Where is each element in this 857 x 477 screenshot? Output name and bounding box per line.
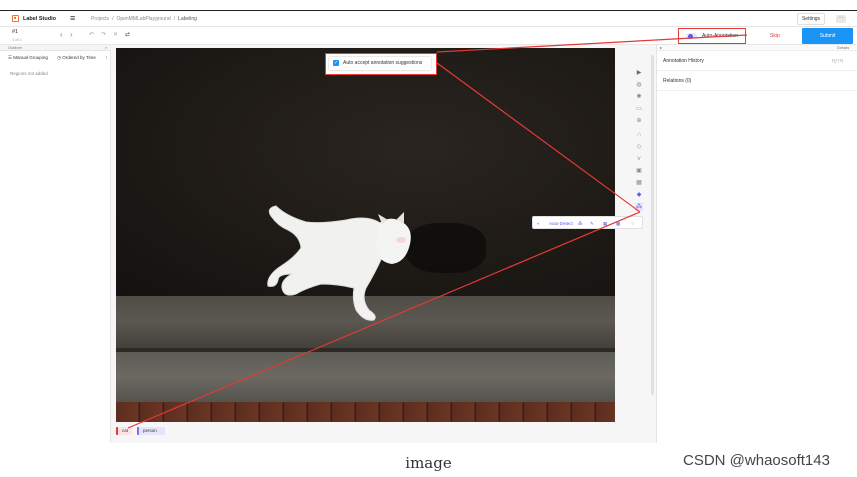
outliner-tools: ☰ Manual Grouping ◷ Ordered by Time ↑ [8,55,111,61]
canvas-scrollbar[interactable] [651,55,654,395]
cat-figure [267,205,411,321]
annotation-history-title: Annotation History [663,58,704,64]
redo-icon[interactable]: ↷ [101,32,106,38]
breadcrumb-projects[interactable]: Projects [91,16,109,22]
eraser-tool-icon[interactable]: ◇ [635,143,643,151]
next-task-icon[interactable]: › [70,31,73,39]
breadcrumb-separator: / [112,16,114,22]
keypoint-tool-icon[interactable]: ∴ [635,131,643,139]
breadcrumb-project[interactable]: OpenMMLabPlayground [116,16,170,22]
details-tab[interactable]: Details [837,45,849,50]
brush-tool-icon[interactable]: ◆ [635,191,643,199]
auto-accept-label: Auto accept annotation suggestions [343,60,423,66]
reset-icon[interactable]: ✕ [113,32,118,38]
collapse-arrow-icon[interactable]: « [537,219,540,228]
sort-direction-icon[interactable]: ↑ [105,55,107,60]
regions-empty-message: Regions not added [10,71,48,76]
auto-detect-popover: « Auto-Detect ⁂ ✎ ▦ ▩ ⁘ [532,216,643,229]
menu-icon[interactable]: ≡ [70,14,75,23]
outliner-header: Outliner × [0,45,111,51]
collapse-icon[interactable]: × [105,45,107,50]
zoom-fit-icon[interactable]: ▭ [635,105,643,113]
watermark: CSDN @whaosoft143 [683,452,830,469]
task-image[interactable] [116,48,615,422]
breadcrumb-current: Labeling [178,16,197,22]
smart-rect-icon[interactable]: ▦ [603,219,607,228]
labeling-canvas: cat person ▶ ◍ ✺ ▭ ⊕ ∴ ◇ ⋎ ▣ ▦ ◆ ⁂ « Aut… [111,45,656,443]
annotation-history-shortcut: ƦƒƒƦ [832,58,844,63]
settings-button[interactable]: Settings [797,13,825,25]
submit-button[interactable]: Submit [802,28,853,44]
toggle-switch-icon[interactable] [686,33,697,39]
label-studio-window: Label Studio ≡ Projects / OpenMMLabPlaygro… [0,10,857,443]
smart-brush-icon[interactable]: ✎ [590,219,594,228]
undo-icon[interactable]: ↶ [89,32,94,38]
top-bar: Label Studio ≡ Projects / OpenMMLabPlaygro… [0,11,857,27]
smart-polygon-icon[interactable]: ▩ [616,219,620,228]
skip-button[interactable]: Skip [770,33,780,39]
outliner-panel: Outliner × ☰ Manual Grouping ◷ Ordered b… [0,45,111,443]
more-options-button[interactable]: ··· [836,15,846,23]
pointer-tool-icon[interactable]: ▶ [635,69,643,77]
breadcrumb-separator: / [173,16,176,22]
expand-arrow-icon[interactable]: ▸ [660,45,662,50]
auto-accept-suggestions: ✓ Auto accept annotation suggestions [325,53,437,75]
relations-row[interactable]: Relations (0) [657,71,857,91]
label-studio-logo-icon[interactable] [12,15,19,22]
annotation-history-row[interactable]: Annotation History ƦƒƒƦ [657,51,857,71]
label-cat[interactable]: cat [116,427,132,435]
label-person-text: person [143,428,157,433]
settings-sliders-icon[interactable]: ⇄ [125,32,130,38]
previous-task-icon[interactable]: ‹ [60,31,63,39]
ordered-by-label: Ordered by Time [62,55,96,60]
labeling-toolbar: #1 1 of 1 ‹ › ↶ ↷ ✕ ⇄ Auto-Annotation Sk… [0,27,857,45]
polygon-tool-icon[interactable]: ⋎ [635,155,643,163]
tool-palette: ▶ ◍ ✺ ▭ ⊕ ∴ ◇ ⋎ ▣ ▦ ◆ ⁂ [633,67,645,241]
details-panel: ▸ Details Annotation History ƦƒƒƦ Relati… [656,45,857,443]
auto-annotation-toggle[interactable]: Auto-Annotation [678,28,746,44]
ordered-by-button[interactable]: ◷ Ordered by Time [57,55,100,60]
smart-rectangle-tool-icon[interactable]: ▦ [635,179,643,187]
auto-detect-label[interactable]: Auto-Detect [549,219,573,228]
zoom-tool-icon[interactable]: ⊕ [635,117,643,125]
outliner-title: Outliner [8,45,23,50]
smart-keypoint-icon[interactable]: ⁂ [578,219,583,228]
auto-annotation-label: Auto-Annotation [702,33,738,39]
auto-accept-checkbox-row[interactable]: ✓ Auto accept annotation suggestions [329,57,431,70]
task-id: #1 [12,29,19,35]
auto-accept-checkbox[interactable]: ✓ [333,60,339,66]
label-person[interactable]: person [137,427,165,435]
label-cat-text: cat [122,428,129,433]
app-brand: Label Studio [23,16,56,22]
auto-detect-tool-icon[interactable]: ⁂ [635,203,643,211]
smart-point-icon[interactable]: ⁘ [631,219,635,228]
brightness-tool-icon[interactable]: ✺ [635,93,643,101]
manual-grouping-button[interactable]: ☰ Manual Grouping [8,55,52,60]
manual-grouping-label: Manual Grouping [13,55,48,60]
pan-tool-icon[interactable]: ◍ [635,81,643,89]
relations-title: Relations (0) [663,78,692,84]
breadcrumb: Projects / OpenMMLabPlayground / Labeling [91,16,197,22]
rectangle-tool-icon[interactable]: ▣ [635,167,643,175]
task-count: 1 of 1 [12,37,23,42]
